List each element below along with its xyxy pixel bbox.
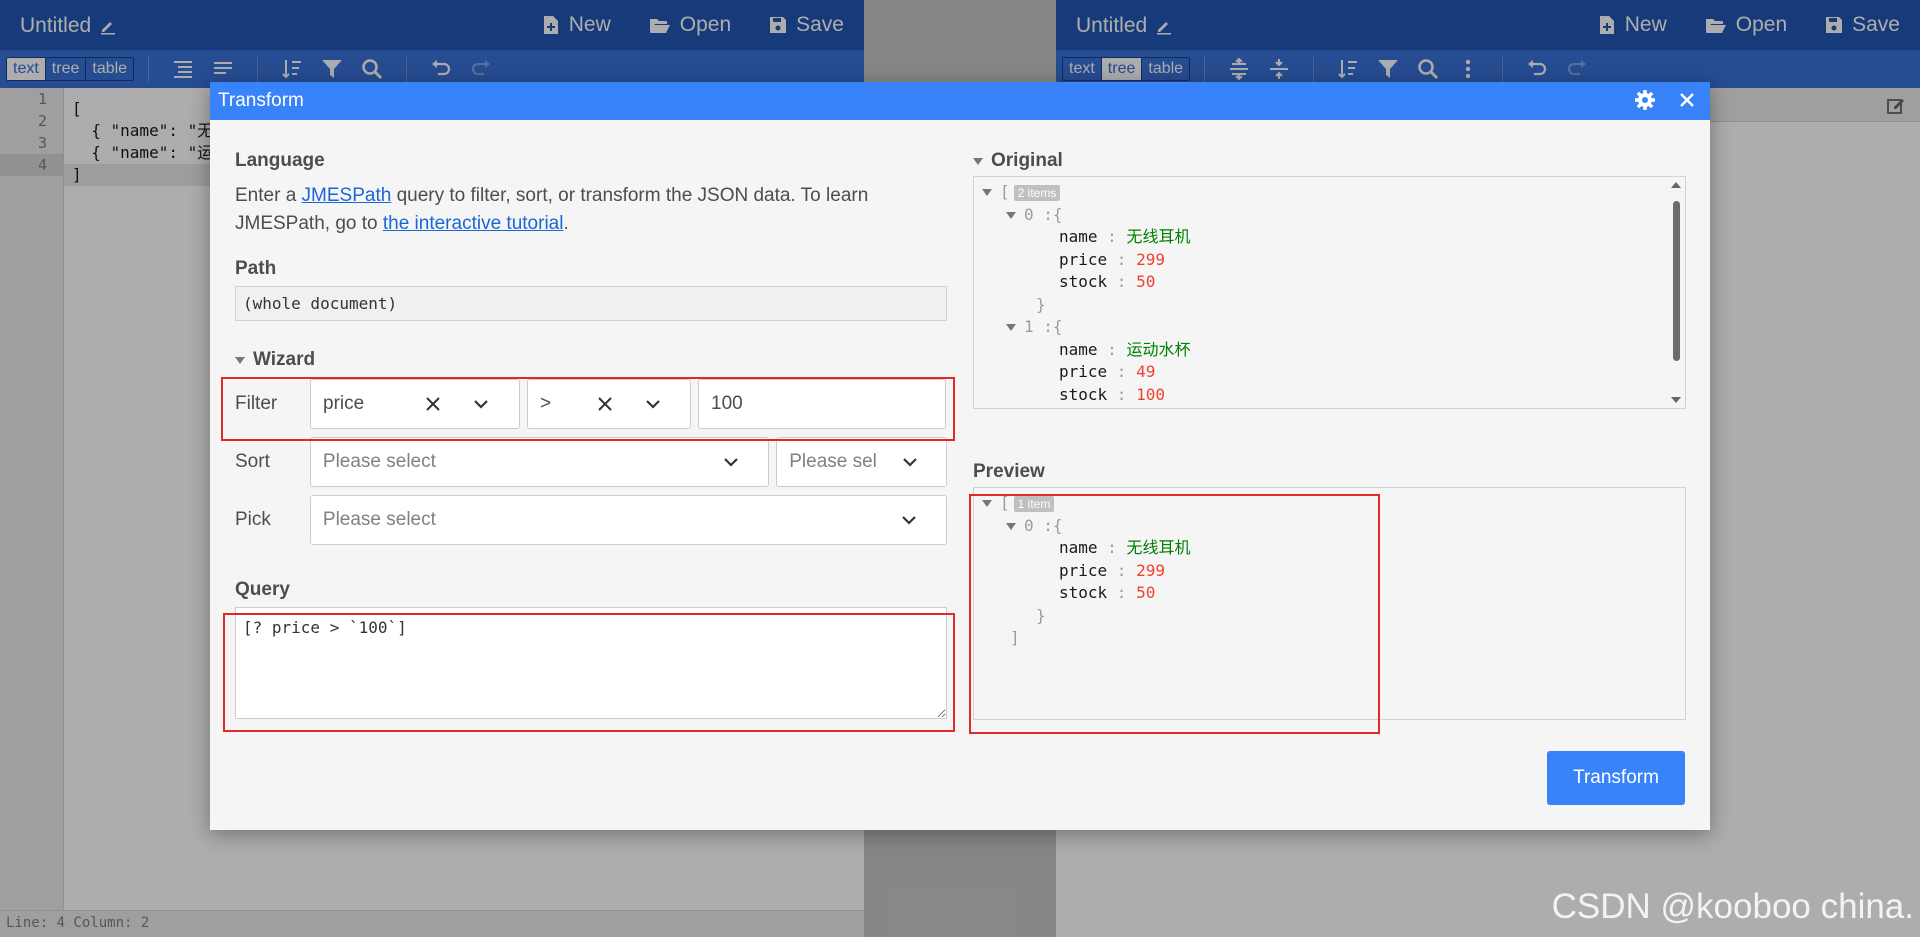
filter-field-select[interactable]: price <box>310 379 520 429</box>
chevron-down-icon[interactable] <box>723 456 739 468</box>
wizard-heading[interactable]: Wizard <box>235 349 947 371</box>
caret-down-icon <box>973 157 983 165</box>
tree-field[interactable]: stock : 50 <box>982 271 1685 294</box>
query-heading: Query <box>235 579 290 600</box>
path-field[interactable]: (whole document) <box>235 286 947 321</box>
modal-header: Transform <box>210 82 1710 120</box>
tree-field[interactable]: stock : 50 <box>982 582 1685 605</box>
transform-config: Language Enter a JMESPath query to filte… <box>235 150 947 724</box>
tree-field[interactable]: stock : 100 <box>982 384 1685 407</box>
transform-button[interactable]: Transform <box>1547 751 1685 805</box>
tree-field[interactable]: price : 299 <box>982 560 1685 583</box>
chevron-down-icon[interactable] <box>901 514 917 526</box>
close-icon[interactable] <box>1678 91 1696 109</box>
sort-direction-select[interactable]: Please sel <box>776 437 947 487</box>
original-tree[interactable]: [2 items 0 :{ name : 无线耳机 price : 299 st… <box>973 176 1686 409</box>
tree-root: [1 item <box>982 492 1685 515</box>
clear-icon[interactable] <box>596 395 614 413</box>
data-panels: Original [2 items 0 :{ name : 无线耳机 price… <box>973 150 1686 720</box>
scroll-up-icon[interactable] <box>1671 181 1681 189</box>
jmespath-link[interactable]: JMESPath <box>302 185 392 206</box>
preview-heading: Preview <box>973 461 1045 482</box>
chevron-down-icon[interactable] <box>645 398 661 410</box>
language-description: Enter a JMESPath query to filter, sort, … <box>235 185 869 234</box>
gear-icon[interactable] <box>1634 89 1656 111</box>
sort-row: Sort Please select Please sel <box>235 433 947 491</box>
tree-field[interactable]: price : 49 <box>982 361 1685 384</box>
original-heading[interactable]: Original <box>973 150 1686 172</box>
items-badge: 2 items <box>1013 185 1061 201</box>
query-textarea[interactable] <box>235 607 947 719</box>
tree-root: [2 items <box>982 181 1685 204</box>
modal-title: Transform <box>218 90 304 111</box>
caret-down-icon <box>235 356 245 364</box>
tree-node[interactable]: 0 :{ <box>982 515 1685 538</box>
tree-field[interactable]: price : 299 <box>982 249 1685 272</box>
filter-operator-select[interactable]: > <box>527 379 691 429</box>
filter-value-input[interactable]: 100 <box>698 379 946 429</box>
language-heading: Language <box>235 150 325 171</box>
scroll-down-icon[interactable] <box>1671 396 1681 404</box>
pick-select[interactable]: Please select <box>309 495 947 545</box>
tree-field[interactable]: name : 无线耳机 <box>982 226 1685 249</box>
chevron-down-icon[interactable] <box>902 456 918 468</box>
path-heading: Path <box>235 258 277 279</box>
items-badge: 1 item <box>1013 496 1055 512</box>
tree-node[interactable]: 0 :{ <box>982 204 1685 227</box>
transform-modal: Transform Language Enter a JMESPath quer… <box>210 82 1710 830</box>
tree-field[interactable]: name : 无线耳机 <box>982 537 1685 560</box>
sort-field-select[interactable]: Please select <box>309 437 770 487</box>
tree-node[interactable]: 1 :{ <box>982 316 1685 339</box>
filter-row: Filter price > 100 <box>235 375 947 433</box>
preview-tree[interactable]: [1 item 0 :{ name : 无线耳机 price : 299 sto… <box>973 487 1686 720</box>
clear-icon[interactable] <box>424 395 442 413</box>
watermark: CSDN @kooboo china. <box>1551 887 1914 926</box>
tree-field[interactable]: name : 运动水杯 <box>982 339 1685 362</box>
tutorial-link[interactable]: the interactive tutorial <box>383 213 564 234</box>
scrollbar[interactable] <box>1669 181 1683 404</box>
pick-row: Pick Please select <box>235 491 947 549</box>
chevron-down-icon[interactable] <box>473 398 489 410</box>
